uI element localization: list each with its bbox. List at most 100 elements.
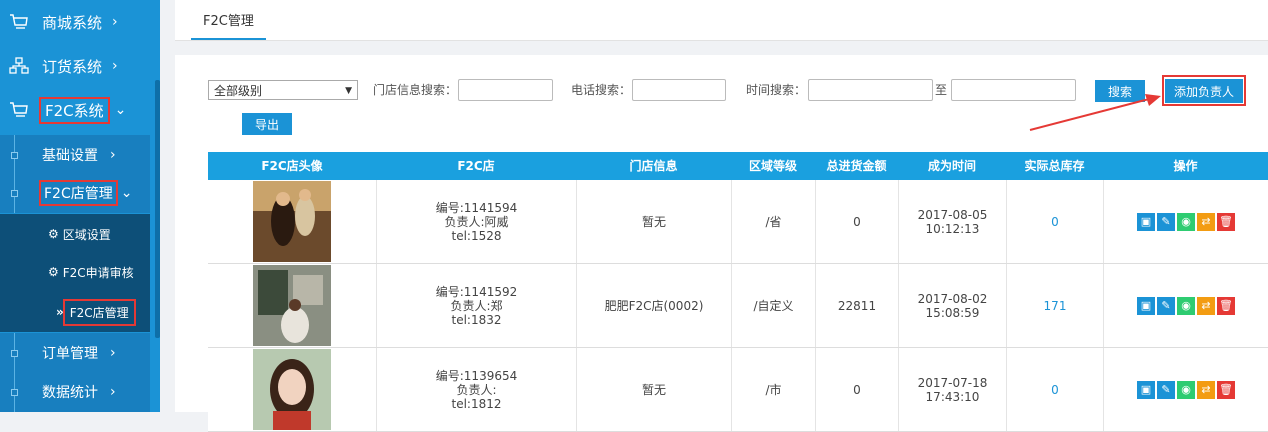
chevron-down-icon: ▼ <box>345 86 352 96</box>
edit-icon[interactable]: ✎ <box>1157 212 1175 231</box>
store-search-input[interactable] <box>458 79 553 101</box>
shop-id: 编号:1139654 <box>435 368 518 383</box>
chevron-right-icon: › <box>110 147 116 163</box>
cart-icon <box>8 101 30 119</box>
sidebar-subitem-orders[interactable]: 订单管理 › <box>0 333 150 373</box>
transfer-icon[interactable]: ⇄ <box>1197 380 1215 399</box>
tree-node-icon <box>11 152 18 159</box>
region-level: /自定义 <box>731 264 815 347</box>
join-clock: 10:12:13 <box>925 221 980 236</box>
sidebar-item-f2c[interactable]: F2C系统 ⌄ <box>0 90 150 130</box>
stock-link[interactable]: 0 <box>1006 180 1103 263</box>
shop-tel: tel:1528 <box>451 228 502 243</box>
hierarchy-icon <box>8 57 30 75</box>
store-info: 肥肥F2C店(0002) <box>576 264 731 347</box>
store-avatar[interactable] <box>253 181 331 262</box>
join-clock: 17:43:10 <box>925 389 980 404</box>
sidebar-thirditem-store[interactable]: » F2C店管理 <box>0 292 150 332</box>
tab-f2c-manage[interactable]: F2C管理 <box>191 10 266 40</box>
column-header: 门店信息 <box>629 159 678 173</box>
tree-node-icon <box>11 389 18 396</box>
column-header: F2C店头像 <box>261 159 323 173</box>
region-level: /市 <box>731 348 815 431</box>
sidebar-thirditem-region[interactable]: ⚙ 区域设置 <box>0 214 150 254</box>
store-avatar[interactable] <box>253 349 331 430</box>
sidebar-item-label: 区域设置 <box>62 227 111 242</box>
sidebar-item-label: F2C店管理 <box>39 180 118 206</box>
column-header: 实际总库存 <box>1024 159 1085 173</box>
store-avatar[interactable] <box>253 265 331 346</box>
column-header: 成为时间 <box>927 159 976 173</box>
sidebar-subitem-stats[interactable]: 数据统计 › <box>0 372 150 412</box>
gear-icon: ⚙ <box>48 227 59 241</box>
store-search-label: 门店信息搜索： <box>373 83 458 97</box>
annotation-arrow <box>1029 94 1161 131</box>
edit-icon[interactable]: ✎ <box>1157 380 1175 399</box>
store-info: 暂无 <box>576 180 731 263</box>
view-icon[interactable]: ◉ <box>1177 212 1195 231</box>
shop-cell: 编号:1141592 负责人:郑 tel:1832 <box>376 264 576 347</box>
table-row: 编号:1141592 负责人:郑 tel:1832 肥肥F2C店(0002) /… <box>208 264 1268 348</box>
join-time: 2017-08-02 15:08:59 <box>898 264 1006 347</box>
shop-owner: 负责人: <box>456 382 497 397</box>
shop-owner: 负责人:阿威 <box>444 214 509 229</box>
stock-link[interactable]: 0 <box>1006 348 1103 431</box>
join-time: 2017-08-05 10:12:13 <box>898 180 1006 263</box>
sidebar-item-mall[interactable]: 商城系统 › <box>0 2 150 42</box>
sidebar-item-label: 订单管理 <box>42 346 98 362</box>
gear-icon: ⚙ <box>48 265 59 279</box>
join-date: 2017-08-02 <box>917 291 988 306</box>
image-icon[interactable]: ▣ <box>1137 212 1155 231</box>
shop-tel: tel:1832 <box>451 312 502 327</box>
shop-id: 编号:1141594 <box>435 200 518 215</box>
chevron-down-icon: ⌄ <box>114 102 127 118</box>
sidebar-item-label: F2C系统 <box>39 96 110 124</box>
edit-icon[interactable]: ✎ <box>1157 296 1175 315</box>
delete-icon[interactable]: 🗑 <box>1217 212 1235 231</box>
total-amount: 0 <box>815 348 898 431</box>
image-icon[interactable]: ▣ <box>1137 380 1155 399</box>
stock-link[interactable]: 171 <box>1006 264 1103 347</box>
ops-cell: ▣ ✎ ◉ ⇄ 🗑 <box>1103 264 1268 347</box>
tree-node-icon <box>11 350 18 357</box>
column-header: F2C店 <box>457 159 495 173</box>
chevron-right-icon: › <box>112 58 118 74</box>
shop-tel: tel:1812 <box>451 396 502 411</box>
sidebar-item-label: F2C申请审核 <box>62 265 134 280</box>
image-icon[interactable]: ▣ <box>1137 296 1155 315</box>
sidebar-item-order[interactable]: 订货系统 › <box>0 46 150 86</box>
shop-owner: 负责人:郑 <box>450 298 503 313</box>
transfer-icon[interactable]: ⇄ <box>1197 212 1215 231</box>
sidebar-subitem-f2c-store[interactable]: F2C店管理 ⌄ <box>0 173 150 213</box>
avatar-cell <box>208 264 376 347</box>
column-header: 区域等级 <box>748 159 797 173</box>
delete-icon[interactable]: 🗑 <box>1217 380 1235 399</box>
store-info: 暂无 <box>576 348 731 431</box>
shop-cell: 编号:1139654 负责人: tel:1812 <box>376 348 576 431</box>
phone-search-label: 电话搜索： <box>571 83 632 97</box>
shop-id: 编号:1141592 <box>435 284 518 299</box>
chevron-down-icon: ⌄ <box>120 185 133 201</box>
view-icon[interactable]: ◉ <box>1177 296 1195 315</box>
view-icon[interactable]: ◉ <box>1177 380 1195 399</box>
double-chevron-icon: » <box>56 305 64 319</box>
join-date: 2017-08-05 <box>917 207 988 222</box>
ops-cell: ▣ ✎ ◉ ⇄ 🗑 <box>1103 180 1268 263</box>
sidebar-subitem-basic[interactable]: 基础设置 › <box>0 135 150 175</box>
sidebar-scrollbar[interactable] <box>155 80 160 338</box>
avatar-cell <box>208 348 376 431</box>
sidebar-thirditem-apply[interactable]: ⚙ F2C申请审核 <box>0 252 150 292</box>
time-start-input[interactable] <box>808 79 933 101</box>
join-clock: 15:08:59 <box>925 305 980 320</box>
export-button[interactable]: 导出 <box>242 113 292 135</box>
chevron-right-icon: › <box>110 384 116 400</box>
table-row: 编号:1139654 负责人: tel:1812 暂无 /市 0 2017-07… <box>208 348 1268 432</box>
phone-search-input[interactable] <box>632 79 726 101</box>
level-select[interactable]: 全部级别 ▼ <box>208 80 358 100</box>
region-level: /省 <box>731 180 815 263</box>
join-date: 2017-07-18 <box>917 375 988 390</box>
time-search-label: 时间搜索： <box>746 83 807 97</box>
transfer-icon[interactable]: ⇄ <box>1197 296 1215 315</box>
avatar-cell <box>208 180 376 263</box>
delete-icon[interactable]: 🗑 <box>1217 296 1235 315</box>
